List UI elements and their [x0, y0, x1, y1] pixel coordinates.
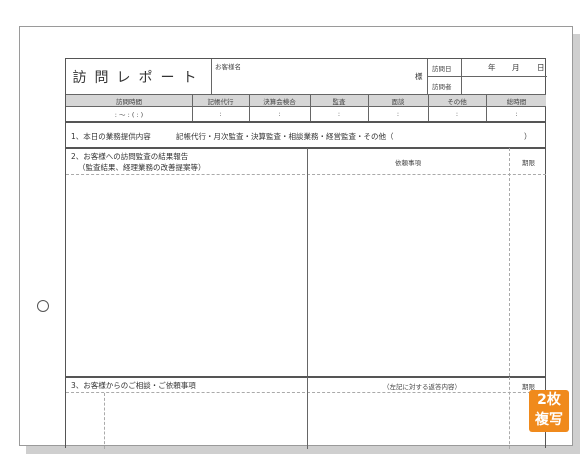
visit-report-form: 訪問レポート お客様名 様 訪問日 年 月 日 訪問者 訪問時間 記帳代行 決算… [65, 58, 547, 449]
section2-report-area[interactable] [66, 175, 306, 375]
customer-name-label: お客様名 [215, 63, 241, 71]
two-copy-badge: 2枚 複写 [529, 390, 569, 432]
date-day: 日 [537, 63, 545, 72]
section1-label: 1、本日の業務提供内容 [71, 132, 151, 141]
section1-items: 記帳代行・月次監査・決算監査・相談業務・経営監査・その他（ [176, 132, 394, 141]
other-value[interactable]: : [428, 107, 486, 120]
col-other: その他 [447, 97, 467, 106]
section2-request-area[interactable] [308, 175, 508, 375]
section2-request-header: 依頼事項 [395, 159, 421, 167]
col-bookkeeping: 記帳代行 [207, 97, 234, 106]
total-time-value[interactable]: : [486, 107, 547, 120]
col-audit: 監査 [332, 97, 346, 106]
form-title: 訪問レポート [72, 69, 205, 86]
customer-sama: 様 [415, 72, 423, 81]
visit-time-value[interactable]: : 〜 : ( : ) [66, 107, 192, 120]
section1-close: ） [524, 132, 532, 141]
meeting-value[interactable]: : [368, 107, 428, 120]
col-meeting: 面談 [391, 97, 405, 106]
date-month: 月 [512, 63, 520, 72]
col-visit-time: 訪問時間 [116, 97, 142, 106]
visit-date-label: 訪問日 [432, 65, 452, 73]
section2-deadline-header: 期限 [522, 159, 535, 167]
section2-label: 2、お客様への訪問監査の結果報告 [71, 152, 189, 161]
binder-hole [37, 300, 49, 312]
col-settlement: 決算会検合 [263, 97, 296, 106]
col-total-time: 総時間 [506, 97, 527, 106]
badge-line2: 複写 [535, 412, 563, 428]
audit-value[interactable]: : [310, 107, 368, 120]
section2-sublabel: （監査結果、経理業務の改善提案等） [78, 163, 206, 172]
settlement-value[interactable]: : [249, 107, 310, 120]
section3-label: 3、お客様からのご相談・ご依頼事項 [71, 381, 196, 390]
date-year: 年 [488, 63, 496, 72]
section3-answer-header: （左記に対する返答内容） [383, 383, 461, 391]
badge-line1: 2枚 [537, 392, 561, 408]
bookkeeping-value[interactable]: : [192, 107, 249, 120]
visitor-label: 訪問者 [432, 83, 452, 91]
